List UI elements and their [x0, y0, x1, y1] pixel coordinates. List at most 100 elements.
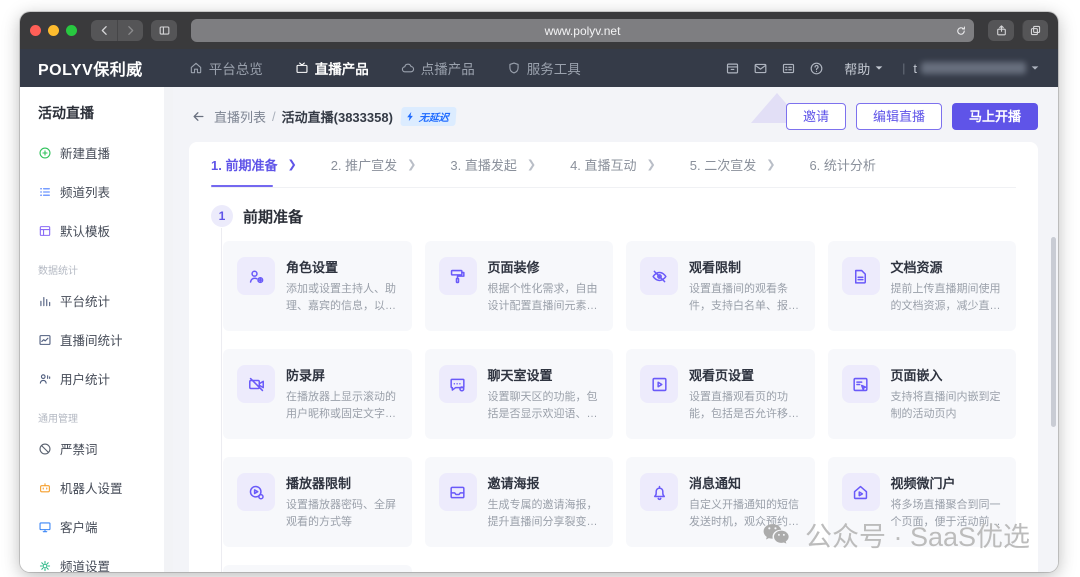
feature-card[interactable]: 聊天室设置设置聊天区的功能，包括是否显示欢迎语、是否支持... [425, 349, 614, 439]
back-button[interactable] [91, 20, 117, 41]
card-description: 提前上传直播期间使用的文档资源，减少直播中的失... [891, 281, 1003, 315]
card-description: 添加或设置主持人、助理、嘉宾的信息，以及新增助... [286, 281, 398, 315]
back-arrow-icon[interactable] [191, 109, 206, 124]
feature-card[interactable]: 邀请海报生成专属的邀请海报，提升直播间分享裂变的效果 [425, 457, 614, 547]
tab-3[interactable]: 3. 直播发起 ❯ [450, 142, 536, 187]
feature-card[interactable]: 页面装修根据个性化需求，自由设计配置直播间元素。支持自... [425, 241, 614, 331]
share-button[interactable] [988, 20, 1014, 41]
card-title: 视频微门户 [891, 473, 1003, 492]
invite-button[interactable]: 邀请 [786, 103, 846, 130]
sidebar-item[interactable]: 频道列表 [20, 172, 173, 211]
mail-icon[interactable] [746, 61, 774, 76]
minimize-window-button[interactable] [48, 25, 59, 36]
address-bar[interactable]: www.polyv.net [191, 19, 974, 42]
feature-card[interactable]: 文档资源提前上传直播期间使用的文档资源，减少直播中的失... [828, 241, 1017, 331]
robot-icon [38, 481, 52, 495]
tab-label: 6. 统计分析 [809, 155, 875, 174]
paint-roller-icon [439, 257, 477, 295]
play-circle-gear-icon [237, 473, 275, 511]
tab-label: 3. 直播发起 [450, 155, 516, 174]
card-title: 观看页设置 [689, 365, 801, 384]
sidebar-item-label: 用户统计 [60, 369, 110, 388]
sidebar-item[interactable]: 平台统计 [20, 281, 173, 320]
workflow-tabs: 1. 前期准备❯2. 推广宣发❯3. 直播发起❯4. 直播互动❯5. 二次宣发❯… [211, 142, 1016, 188]
badge-label: 无延迟 [418, 109, 449, 124]
breadcrumb-parent[interactable]: 直播列表 [214, 107, 266, 126]
user-prefix: t [913, 61, 917, 76]
sidebar-toggle-button[interactable] [151, 20, 177, 41]
card-title: 文档资源 [891, 257, 1003, 276]
inbox-icon [439, 473, 477, 511]
tab-6[interactable]: 6. 统计分析 [809, 142, 875, 187]
zoom-window-button[interactable] [66, 25, 77, 36]
card-description: 设置直播间的观看条件，支持白名单、报名观看、验... [689, 281, 801, 315]
tab-5[interactable]: 5. 二次宣发❯ [690, 142, 776, 187]
chevron-right-icon: ❯ [766, 158, 775, 171]
feature-card[interactable]: 防录屏在播放器上显示滚动的用户昵称或固定文字，达到防... [223, 349, 412, 439]
help-menu[interactable]: 帮助 [844, 59, 884, 78]
sidebar-item[interactable]: 客户端 [20, 507, 173, 546]
tab-1[interactable]: 1. 前期准备❯ [211, 142, 297, 187]
card-description: 根据个性化需求，自由设计配置直播间元素。支持自... [488, 281, 600, 315]
traffic-lights [30, 25, 77, 36]
section-title: 前期准备 [243, 206, 303, 227]
sidebar-item-label: 频道设置 [60, 556, 110, 572]
nav-item-label: 平台总览 [209, 58, 263, 78]
edit-live-button[interactable]: 编辑直播 [856, 103, 942, 130]
cloud-icon [401, 61, 415, 75]
start-live-button[interactable]: 马上开播 [952, 103, 1038, 130]
help-label: 帮助 [844, 59, 870, 78]
console-icon[interactable] [774, 61, 802, 76]
sidebar-scrollbar[interactable] [164, 87, 173, 572]
sidebar-item[interactable]: 默认模板 [20, 211, 173, 250]
feature-card[interactable]: 公众号适用于直播间引流至公众号或客服，沉淀用户至私域... [223, 565, 412, 572]
forward-button[interactable] [117, 20, 143, 41]
setup-panel: 1. 前期准备❯2. 推广宣发❯3. 直播发起❯4. 直播互动❯5. 二次宣发❯… [189, 142, 1038, 572]
feature-card[interactable]: 观看页设置设置直播观看页的功能，包括是否允许移动端观看等 [626, 349, 815, 439]
nav-item-0[interactable]: 平台总览 [173, 49, 279, 87]
list-icon [38, 185, 52, 199]
card-description: 生成专属的邀请海报，提升直播间分享裂变的效果 [488, 497, 600, 531]
feature-card[interactable]: 播放器限制设置播放器密码、全屏观看的方式等 [223, 457, 412, 547]
help-circle-icon[interactable] [802, 61, 830, 76]
sidebar-item[interactable]: 新建直播 [20, 133, 173, 172]
reload-icon[interactable] [955, 25, 967, 37]
sidebar-item[interactable]: 严禁词 [20, 429, 173, 468]
sidebar-item-label: 直播间统计 [60, 330, 123, 349]
tab-overview-button[interactable] [1022, 20, 1048, 41]
sidebar-item-label: 平台统计 [60, 291, 110, 310]
chevron-down-icon [1030, 63, 1040, 73]
chart-line-icon [38, 333, 52, 347]
shield-icon [507, 61, 521, 75]
main-scrollbar[interactable] [1051, 237, 1056, 427]
nav-item-1[interactable]: 直播产品 [279, 49, 385, 87]
storage-icon[interactable] [718, 61, 746, 76]
sidebar-item[interactable]: 频道设置 [20, 546, 173, 572]
card-title: 观看限制 [689, 257, 801, 276]
sidebar-group-label: 数据统计 [20, 250, 173, 281]
chevron-right-icon: ❯ [527, 158, 536, 171]
tab-label: 2. 推广宣发 [331, 155, 397, 174]
card-title: 防录屏 [286, 365, 398, 384]
card-title: 播放器限制 [286, 473, 398, 492]
close-window-button[interactable] [30, 25, 41, 36]
sidebar-item[interactable]: 用户统计 [20, 359, 173, 398]
nav-item-2[interactable]: 点播产品 [385, 49, 491, 87]
tab-2[interactable]: 2. 推广宣发❯ [331, 142, 417, 187]
user-chart-icon [38, 372, 52, 386]
app-navbar: POLYV保利威 平台总览直播产品点播产品 服务工具 帮助 | t [20, 49, 1058, 87]
divider: | [902, 61, 905, 75]
sidebar-item[interactable]: 机器人设置 [20, 468, 173, 507]
wechat-icon [757, 519, 795, 551]
sidebar-item[interactable]: 直播间统计 [20, 320, 173, 359]
feature-card[interactable]: 角色设置添加或设置主持人、助理、嘉宾的信息，以及新增助... [223, 241, 412, 331]
feature-card[interactable]: 页面嵌入支持将直播间内嵌到定制的活动页内 [828, 349, 1017, 439]
user-account-menu[interactable]: t [913, 61, 1040, 76]
feature-card[interactable]: 观看限制设置直播间的观看条件，支持白名单、报名观看、验... [626, 241, 815, 331]
sidebar: 活动直播 新建直播频道列表默认模板数据统计平台统计直播间统计用户统计通用管理严禁… [20, 87, 173, 572]
polyv-logo[interactable]: POLYV保利威 [38, 56, 143, 80]
sidebar-item-label: 严禁词 [60, 439, 98, 458]
nav-item-label: 服务工具 [527, 58, 581, 78]
tab-4[interactable]: 4. 直播互动❯ [570, 142, 656, 187]
nav-item-3[interactable]: 服务工具 [491, 49, 597, 87]
